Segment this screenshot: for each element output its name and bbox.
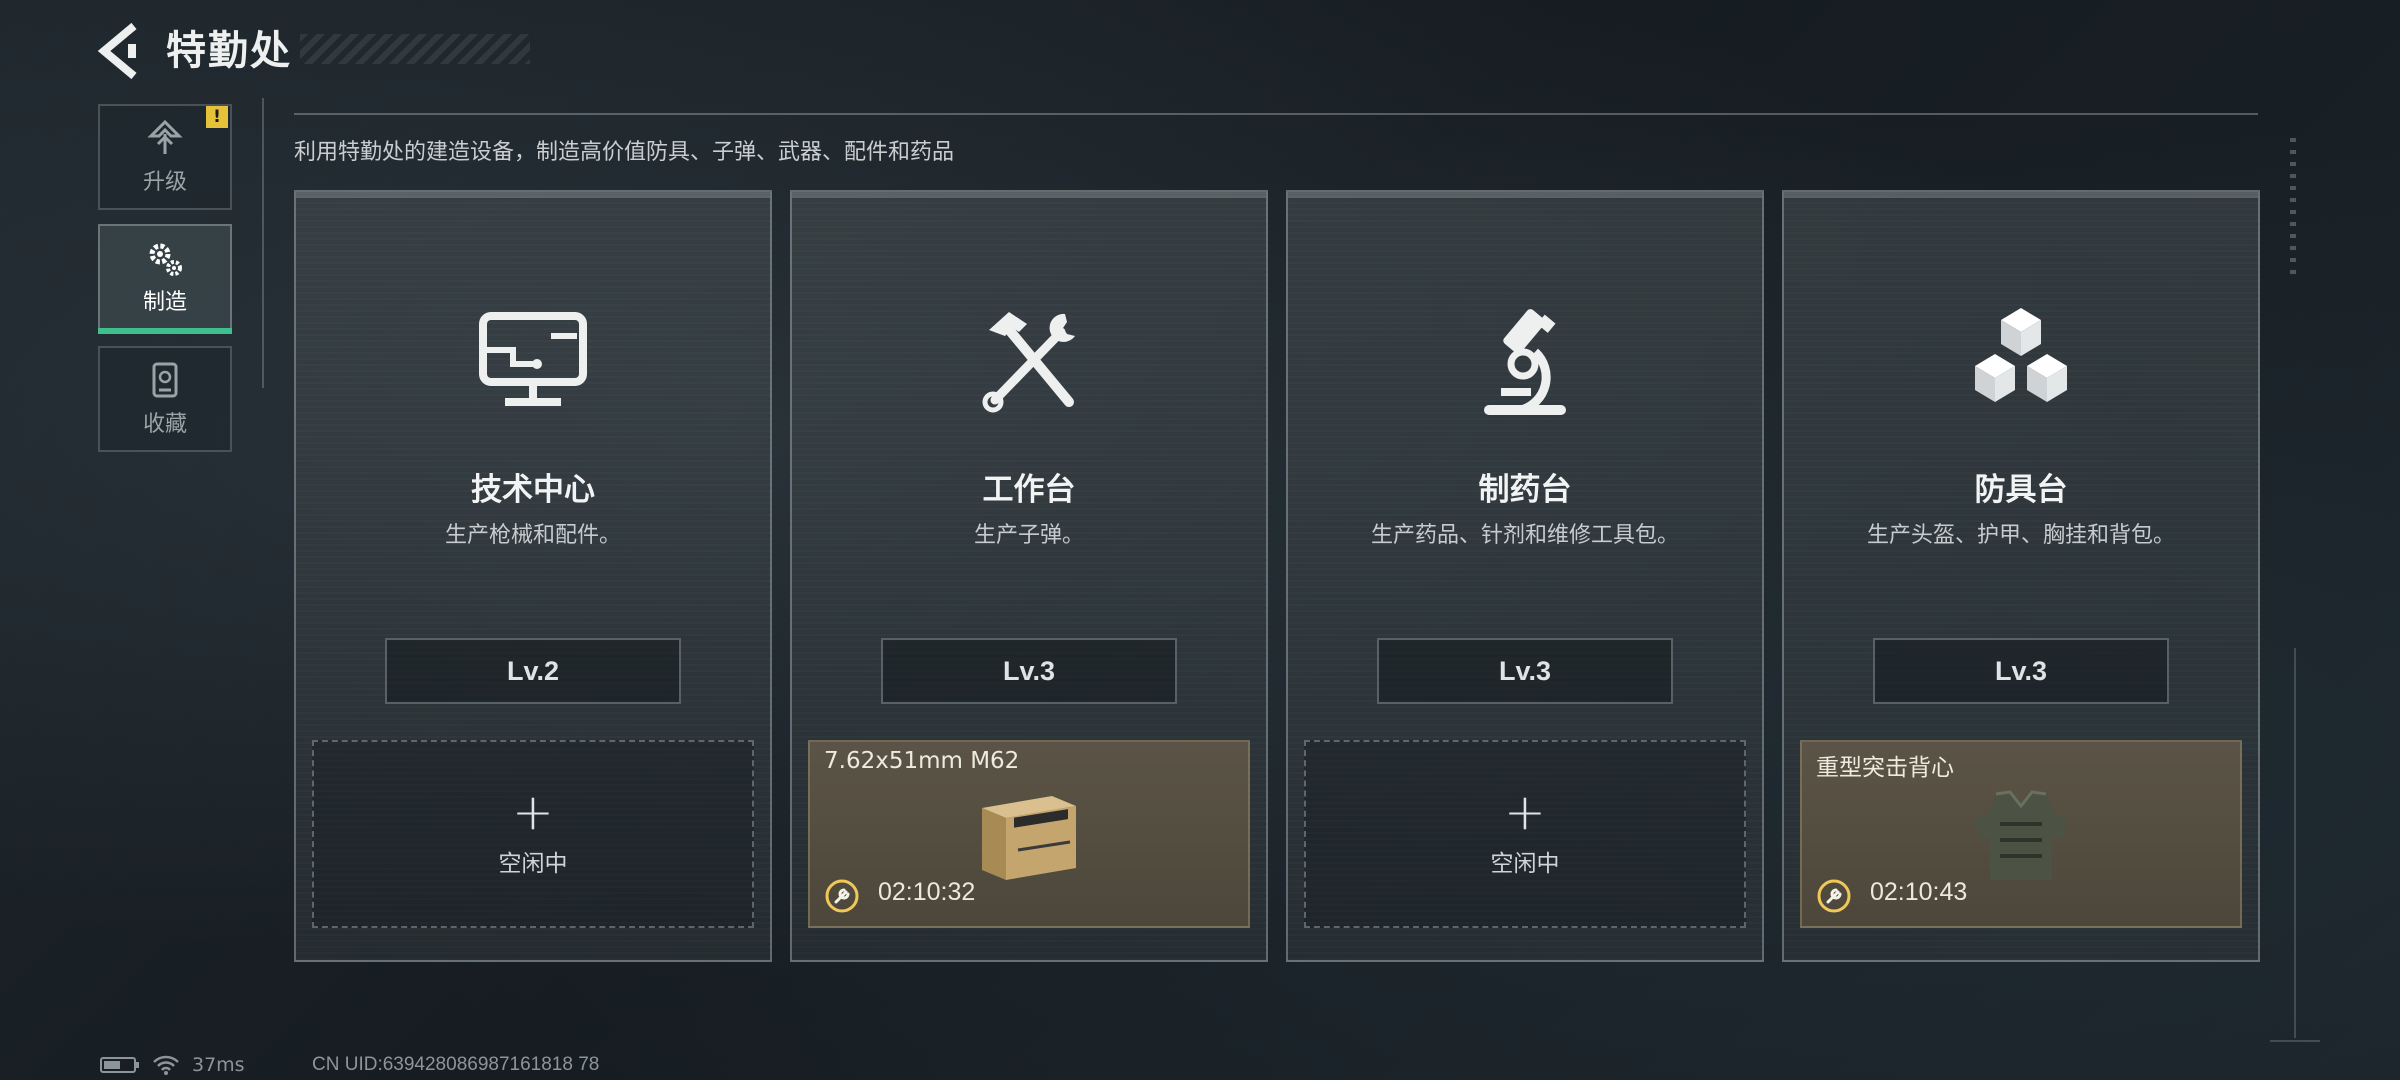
craft-slot-empty[interactable]: + 空闲中 <box>312 740 754 928</box>
station-subtitle: 生产头盔、护甲、胸挂和背包。 <box>1866 523 2175 548</box>
gear-icon <box>149 243 182 276</box>
station-card-pharmacy[interactable]: 制药台 生产药品、针剂和维修工具包。 Lv.3 + 空闲中 <box>1286 190 1764 962</box>
craft-item-name: 7.62x51mm M62 <box>824 748 1020 774</box>
page-title: 特勤处 <box>166 28 292 74</box>
back-arrow-icon[interactable] <box>96 20 146 82</box>
station-subtitle: 生产枪械和配件。 <box>444 523 621 548</box>
upgrade-icon <box>147 119 183 154</box>
plus-icon: + <box>512 783 554 841</box>
ammo-box-icon <box>982 796 1076 880</box>
station-name: 制药台 <box>1478 472 1572 508</box>
station-subtitle: 生产子弹。 <box>973 523 1084 548</box>
collection-icon <box>152 362 178 398</box>
side-decoration <box>2290 138 2296 278</box>
armor-vest-icon <box>1974 790 2068 880</box>
timer-icon <box>1817 879 1851 913</box>
station-name: 技术中心 <box>471 472 595 508</box>
station-level: Lv.3 <box>1873 638 2169 704</box>
craft-slot-empty[interactable]: + 空闲中 <box>1304 740 1746 928</box>
ping-value: 37ms <box>192 1054 245 1076</box>
station-level: Lv.3 <box>1377 638 1673 704</box>
station-card-workbench[interactable]: 工作台 生产子弹。 Lv.3 7.62x51mm M62 02:10:32 <box>790 190 1268 962</box>
sidebar-item-upgrade[interactable]: ! 升级 <box>98 104 232 210</box>
cubes-icon <box>1975 308 2067 402</box>
station-card-tech-center[interactable]: 技术中心 生产枪械和配件。 Lv.2 + 空闲中 <box>294 190 772 962</box>
microscope-icon <box>1484 309 1566 415</box>
sidebar-item-craft[interactable]: 制造 <box>98 224 232 334</box>
sidebar-item-label: 升级 <box>142 170 187 195</box>
sidebar-item-label: 制造 <box>142 290 187 315</box>
user-uid: CN UID:639428086987161818 78 <box>312 1054 600 1075</box>
craft-item-name: 重型突击背心 <box>1816 755 1954 781</box>
station-level: Lv.2 <box>385 638 681 704</box>
status-bar: 37ms <box>100 1054 245 1076</box>
title-decoration <box>300 34 530 64</box>
sidebar-divider <box>262 98 264 388</box>
timer-icon <box>825 879 859 913</box>
plus-icon: + <box>1504 783 1546 841</box>
slot-status: 空闲中 <box>498 851 568 877</box>
warning-badge: ! <box>206 106 228 128</box>
station-name: 防具台 <box>1974 472 2068 508</box>
battery-icon <box>100 1057 139 1073</box>
craft-slot-in-progress[interactable]: 7.62x51mm M62 02:10:32 <box>808 740 1250 928</box>
station-subtitle: 生产药品、针剂和维修工具包。 <box>1370 523 1679 548</box>
header-divider <box>294 113 2258 115</box>
sidebar-item-label: 收藏 <box>142 412 187 437</box>
wifi-icon <box>153 1055 179 1075</box>
slot-status: 空闲中 <box>1490 851 1560 877</box>
station-name: 工作台 <box>982 472 1076 508</box>
corner-decoration <box>2270 1040 2320 1042</box>
page-description: 利用特勤处的建造设备，制造高价值防具、子弹、武器、配件和药品 <box>294 140 955 165</box>
corner-decoration <box>2294 648 2296 1038</box>
craft-slot-in-progress[interactable]: 重型突击背心 02:10:43 <box>1800 740 2242 928</box>
station-level: Lv.3 <box>881 638 1177 704</box>
computer-icon <box>479 312 587 406</box>
sidebar-item-collection[interactable]: 收藏 <box>98 346 232 452</box>
station-card-armor[interactable]: 防具台 生产头盔、护甲、胸挂和背包。 Lv.3 重型突击背心 02:10:43 <box>1782 190 2260 962</box>
hammer-wrench-icon <box>982 312 1075 413</box>
craft-timer: 02:10:32 <box>878 878 976 906</box>
craft-timer: 02:10:43 <box>1870 878 1968 906</box>
